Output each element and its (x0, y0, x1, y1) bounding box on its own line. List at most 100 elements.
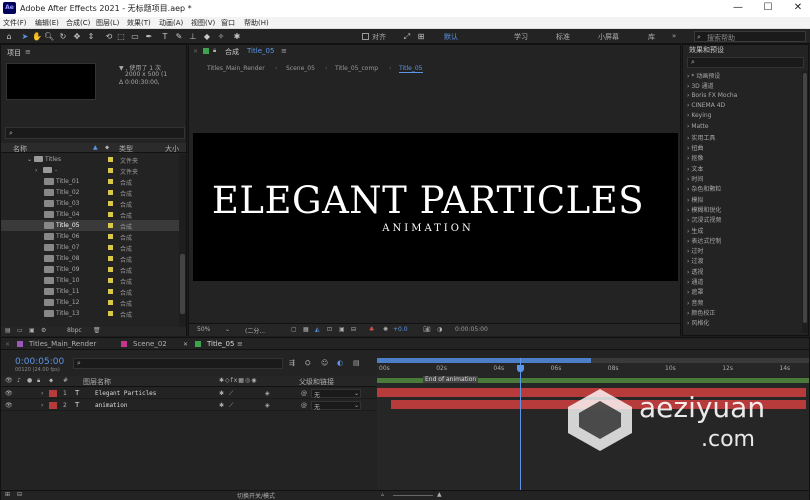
effect-category[interactable]: › 杂色和颗粒 (687, 184, 721, 194)
effect-category[interactable]: › * 动画预设 (687, 71, 720, 81)
layer-row[interactable]: 👁︎ › 2 Tanimation ✱ ⟋ ◈ @ 无 ⌄ (1, 400, 377, 411)
label-swatch[interactable] (108, 179, 113, 184)
pan-camera-icon[interactable]: ✥ (72, 31, 82, 42)
project-search-input[interactable]: ⌕ (5, 127, 185, 139)
effect-category[interactable]: › 表达式控制 (687, 236, 721, 246)
menu-window[interactable]: 窗口 (221, 18, 235, 28)
expand-icon[interactable]: ⤢ (402, 31, 412, 42)
comp-mini-flowchart-icon[interactable]: ⇶ (289, 359, 295, 367)
label-swatch[interactable] (108, 311, 113, 316)
label-swatch[interactable] (108, 201, 113, 206)
zoom-dropdown[interactable]: 50% (197, 326, 210, 333)
project-item-row[interactable]: Title_04 合成 (1, 209, 179, 220)
effect-category[interactable]: › 过渡 (687, 256, 703, 266)
work-area-range[interactable] (377, 358, 591, 363)
snapshot-display-icon[interactable]: ⊟ (351, 326, 356, 333)
new-composition-icon[interactable]: ▣ (29, 327, 35, 334)
breadcrumb-title-05-comp[interactable]: Title_05_comp (335, 65, 378, 72)
label-tag-icon[interactable]: ⬥ (49, 377, 53, 385)
column-name[interactable]: 名称 (13, 144, 27, 154)
toggle-switches-icon[interactable]: ⊞ (5, 491, 10, 498)
workspace-default[interactable]: 默认 (444, 32, 458, 42)
orbit-camera-icon[interactable]: ↻ (58, 31, 68, 42)
project-item-row[interactable]: Title_01 合成 (1, 176, 179, 187)
parent-dropdown[interactable]: 无 ⌄ (311, 401, 361, 411)
tab-scene-02[interactable]: Scene_02 (133, 340, 167, 348)
column-size[interactable]: 大小 (165, 144, 179, 154)
label-swatch[interactable] (108, 267, 113, 272)
project-item-row[interactable]: Title_03 合成 (1, 198, 179, 209)
viewer-timecode[interactable]: 0:00:05:00 (455, 326, 488, 333)
effect-category[interactable]: › 通道 (687, 277, 703, 287)
maximize-button[interactable]: ☐ (756, 1, 780, 15)
label-swatch[interactable] (49, 402, 57, 409)
3d-layer-icon[interactable]: ◈ (265, 390, 270, 397)
label-swatch[interactable] (108, 190, 113, 195)
collapse-transform-icon[interactable]: ✱ (219, 402, 224, 409)
zoom-out-icon[interactable]: ▵ (381, 491, 384, 498)
tab-title-05[interactable]: Title_05 (207, 340, 234, 348)
column-type[interactable]: 类型 (119, 144, 133, 154)
current-timecode[interactable]: 0:00:05:00 (15, 357, 64, 367)
snapping-checkbox[interactable] (362, 33, 369, 40)
settings-icon[interactable]: ⚙ (41, 327, 46, 334)
effect-category[interactable]: › 遮罩 (687, 287, 703, 297)
column-layer-name[interactable]: 图层名称 (83, 377, 111, 387)
quality-icon[interactable]: ⟋ (229, 390, 233, 398)
dolly-camera-icon[interactable]: ⇕ (86, 31, 96, 42)
home-icon[interactable]: ⌂ (4, 31, 14, 42)
label-swatch[interactable] (108, 157, 113, 162)
zoom-in-icon[interactable]: ▲ (437, 491, 442, 498)
menu-view[interactable]: 视图(V) (191, 18, 215, 28)
menu-edit[interactable]: 编辑(E) (35, 18, 59, 28)
eye-icon[interactable]: 👁︎ (5, 402, 13, 409)
parent-dropdown[interactable]: 无 ⌄ (311, 389, 361, 399)
menu-effect[interactable]: 效果(T) (127, 18, 151, 28)
composition-viewer[interactable]: ELEGANT PARTICLES ANIMATION (193, 133, 678, 281)
label-swatch[interactable] (108, 245, 113, 250)
eraser-tool-icon[interactable]: ◆ (202, 31, 212, 42)
type-tool-icon[interactable]: T (160, 31, 170, 42)
composition-name[interactable]: Title_05 (247, 47, 274, 55)
transparency-grid-icon[interactable]: ▦ (303, 326, 309, 333)
pan-behind-icon[interactable]: ⬚ (116, 31, 126, 42)
label-swatch[interactable] (108, 256, 113, 261)
layer-row[interactable]: 👁︎ › 1 T Elegant Particles ✱ ⟋ ◈ @ 无 ⌄ (1, 388, 377, 399)
effect-category[interactable]: › 实用工具 (687, 133, 715, 143)
label-swatch[interactable] (108, 234, 113, 239)
pen-tool-icon[interactable]: ✒ (144, 31, 154, 42)
exposure-icon[interactable]: ✺ (383, 326, 388, 333)
chevron-down-icon[interactable]: ⌄ (27, 156, 32, 163)
hand-tool-icon[interactable]: ✋ (32, 31, 42, 42)
sort-icon[interactable]: ▲ (93, 144, 98, 151)
menu-animation[interactable]: 动画(A) (159, 18, 183, 28)
effect-category[interactable]: › 风格化 (687, 318, 709, 328)
puppet-tool-icon[interactable]: ✱ (232, 31, 242, 42)
pick-whip-icon[interactable]: @ (301, 390, 307, 397)
menu-composition[interactable]: 合成(C) (66, 18, 90, 28)
breadcrumb-title-05[interactable]: Title_05 (399, 65, 423, 73)
label-swatch[interactable] (108, 300, 113, 305)
solo-icon[interactable]: ● (27, 377, 32, 384)
workspace-standard[interactable]: 标准 (556, 32, 570, 42)
chevron-right-icon[interactable]: › (41, 402, 43, 409)
effect-category[interactable]: › CINEMA 4D (687, 102, 725, 112)
project-item-row[interactable]: Title_10 合成 (1, 275, 179, 286)
color-channels-icon[interactable]: ♣ (369, 326, 374, 333)
toggle-switches-modes[interactable]: 切换开关/模式 (237, 491, 275, 500)
close-icon[interactable]: ✕ (193, 48, 198, 55)
project-item-row[interactable]: Title_07 合成 (1, 242, 179, 253)
mask-visibility-icon[interactable]: ◭ (315, 326, 320, 333)
tab-titles-main-render[interactable]: Titles_Main_Render (29, 340, 96, 348)
close-icon[interactable]: ✕ (183, 341, 188, 348)
effect-category[interactable]: › Boris FX Mocha (687, 92, 737, 102)
workspace-small-screen[interactable]: 小屏幕 (598, 32, 619, 42)
project-item-row[interactable]: Title_09 合成 (1, 264, 179, 275)
label-tag-icon[interactable]: ⬥ (105, 144, 109, 152)
eye-icon[interactable]: 👁︎ (5, 390, 13, 397)
label-swatch[interactable] (108, 278, 113, 283)
workspace-library[interactable]: 库 (648, 32, 655, 42)
zoom-slider[interactable] (393, 495, 433, 496)
scrollbar-thumb[interactable] (803, 73, 807, 323)
lock-icon[interactable]: 🔒︎ (213, 47, 216, 55)
